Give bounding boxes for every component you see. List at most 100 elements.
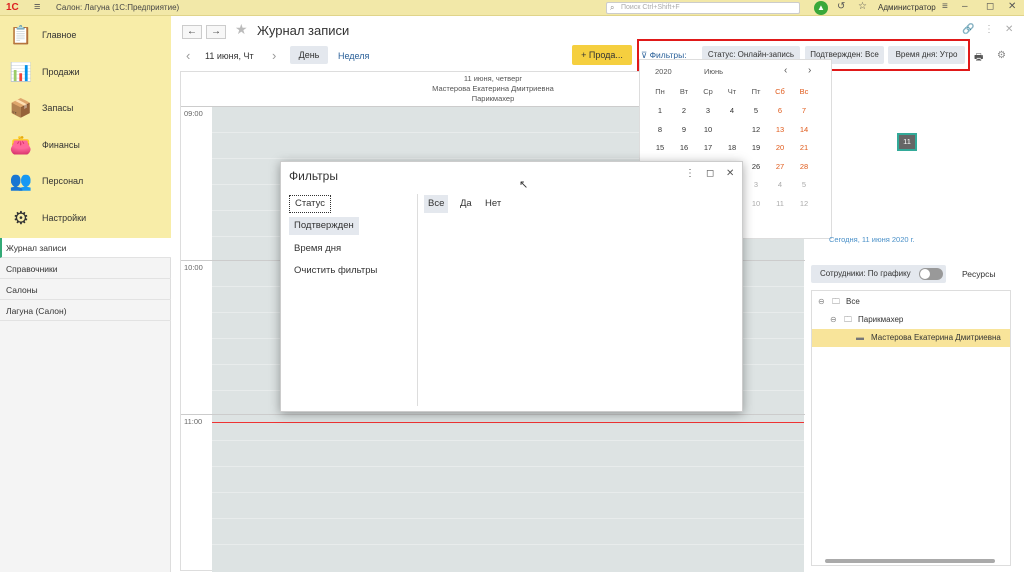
nav-directories[interactable]: Справочники — [0, 259, 171, 279]
calendar-day[interactable]: 9 — [672, 125, 696, 134]
more-icon[interactable]: ⋮ — [685, 168, 695, 179]
calendar-day[interactable]: 2 — [672, 106, 696, 115]
restore-icon[interactable]: ◻ — [986, 1, 994, 12]
option-all[interactable]: Все — [424, 195, 449, 213]
section-main[interactable]: 📋 Главное — [8, 20, 77, 50]
next-day-icon[interactable]: › — [272, 48, 276, 63]
close-icon[interactable]: ✕ — [726, 168, 734, 179]
slot-line — [212, 544, 804, 545]
link-icon[interactable]: 🔗 — [962, 24, 974, 35]
more-icon[interactable]: ⋮ — [984, 24, 994, 35]
calendar-prev-icon[interactable]: ‹ — [784, 65, 787, 76]
weekday-label: Вс — [799, 87, 809, 96]
calendar-day[interactable]: 5 — [744, 106, 768, 115]
calendar-day[interactable]: 5 — [792, 180, 816, 189]
calendar-day[interactable]: 3 — [696, 106, 720, 115]
calendar-day[interactable]: 1 — [648, 106, 672, 115]
weekday-label: Пт — [751, 87, 761, 96]
calendar-day[interactable]: 12 — [744, 125, 768, 134]
section-stock[interactable]: 📦 Запасы — [8, 93, 74, 123]
tree-row-hairdresser[interactable]: ⊖ 🗀 Парикмахер — [812, 311, 1010, 329]
calendar-day[interactable]: 17 — [696, 143, 720, 152]
section-sales[interactable]: 📊 Продажи — [8, 57, 80, 87]
calendar-day[interactable]: 21 — [792, 143, 816, 152]
calendar-day[interactable]: 18 — [720, 143, 744, 152]
folder-icon: 🗀 — [832, 297, 840, 306]
option-no[interactable]: Нет — [481, 195, 505, 213]
new-sale-button[interactable]: + Прода... — [572, 45, 632, 65]
user-name[interactable]: Администратор — [878, 3, 936, 12]
nav-laguna[interactable]: Лагуна (Салон) — [0, 301, 171, 321]
prev-day-icon[interactable]: ‹ — [186, 48, 190, 63]
history-icon[interactable]: ↺ — [837, 1, 845, 12]
section-finance[interactable]: 👛 Финансы — [8, 130, 80, 160]
calendar-day[interactable]: 11 — [768, 199, 792, 208]
calendar-month[interactable]: Июнь — [704, 67, 723, 76]
collapse-icon[interactable]: ⊖ — [830, 311, 837, 329]
favorites-icon[interactable]: ☆ — [858, 1, 867, 12]
filter-item-confirmed[interactable]: Подтвержден — [289, 217, 359, 235]
back-button[interactable]: ← — [182, 25, 202, 39]
resources-tab[interactable]: Ресурсы — [962, 269, 996, 279]
calendar-day[interactable]: 10 — [696, 125, 720, 134]
today-link[interactable]: Сегодня, 11 июня 2020 г. — [829, 235, 915, 244]
forward-button[interactable]: → — [206, 25, 226, 39]
mouse-cursor-icon: ↖ — [519, 179, 529, 191]
calendar-selected-day[interactable]: 11 — [897, 133, 917, 151]
filter-item-status[interactable]: Статус — [289, 195, 332, 213]
calendar-day[interactable]: 10 — [744, 199, 768, 208]
filter-chip-timeofday[interactable]: Время дня: Утро — [888, 46, 965, 64]
calendar-day[interactable]: 27 — [768, 162, 792, 171]
gear-icon: ⚙ — [12, 207, 30, 228]
menu-icon[interactable]: ≡ — [34, 1, 40, 13]
date-label[interactable]: 11 июня, Чт — [205, 51, 254, 61]
nav-journal[interactable]: Журнал записи — [0, 238, 171, 258]
calendar-day[interactable]: 28 — [792, 162, 816, 171]
nav-salons[interactable]: Салоны — [0, 280, 171, 300]
minimize-icon[interactable]: – — [962, 1, 968, 12]
collapse-icon[interactable]: ⊖ — [818, 293, 825, 311]
calendar-day[interactable]: 15 — [648, 143, 672, 152]
calendar-year[interactable]: 2020 — [655, 67, 672, 76]
notification-icon[interactable]: ▲ — [814, 1, 828, 15]
people-icon: 👥 — [9, 170, 33, 191]
current-time-line — [212, 422, 804, 423]
calendar-day[interactable]: 26 — [744, 162, 768, 171]
clear-filters-item[interactable]: Очистить фильтры — [289, 262, 382, 280]
option-yes[interactable]: Да — [456, 195, 476, 213]
settings-menu-icon[interactable]: ≡ — [942, 1, 948, 12]
day-view-button[interactable]: День — [290, 46, 328, 64]
schedule-toggle-switch[interactable] — [919, 268, 943, 280]
close-form-icon[interactable]: ✕ — [1005, 24, 1013, 35]
calendar-day[interactable]: 14 — [792, 125, 816, 134]
close-icon[interactable]: ✕ — [1008, 1, 1016, 12]
settings-icon[interactable]: ⚙ — [997, 50, 1006, 61]
filter-item-timeofday[interactable]: Время дня — [289, 240, 346, 258]
search-input[interactable]: ⌕ Поиск Ctrl+Shift+F — [606, 2, 800, 14]
app-logo: 1С — [6, 2, 19, 13]
page-title: Журнал записи — [257, 23, 350, 38]
tree-row-all[interactable]: ⊖ 🗀 Все — [812, 293, 1010, 311]
calendar-day[interactable]: 4 — [768, 180, 792, 189]
horizontal-scrollbar[interactable] — [825, 559, 995, 563]
slot-line — [212, 440, 804, 441]
calendar-day[interactable]: 3 — [744, 180, 768, 189]
section-staff[interactable]: 👥 Персонал — [8, 166, 84, 196]
week-view-button[interactable]: Неделя — [338, 51, 369, 61]
section-settings[interactable]: ⚙ Настройки — [8, 203, 86, 233]
calendar-day[interactable]: 12 — [792, 199, 816, 208]
slot-line — [212, 518, 804, 519]
tree-row-employee[interactable]: ▬ Мастерова Екатерина Дмитриевна — [812, 329, 1010, 347]
calendar-day[interactable]: 6 — [768, 106, 792, 115]
calendar-day[interactable]: 20 — [768, 143, 792, 152]
favorite-star-icon[interactable]: ★ — [235, 21, 248, 38]
calendar-day[interactable]: 8 — [648, 125, 672, 134]
calendar-day[interactable]: 16 — [672, 143, 696, 152]
calendar-day[interactable]: 7 — [792, 106, 816, 115]
maximize-icon[interactable]: ◻ — [706, 168, 714, 179]
calendar-day[interactable]: 19 — [744, 143, 768, 152]
print-icon[interactable]: 🖶 — [974, 50, 983, 67]
calendar-next-icon[interactable]: › — [808, 65, 811, 76]
calendar-day[interactable]: 13 — [768, 125, 792, 134]
calendar-day[interactable]: 4 — [720, 106, 744, 115]
